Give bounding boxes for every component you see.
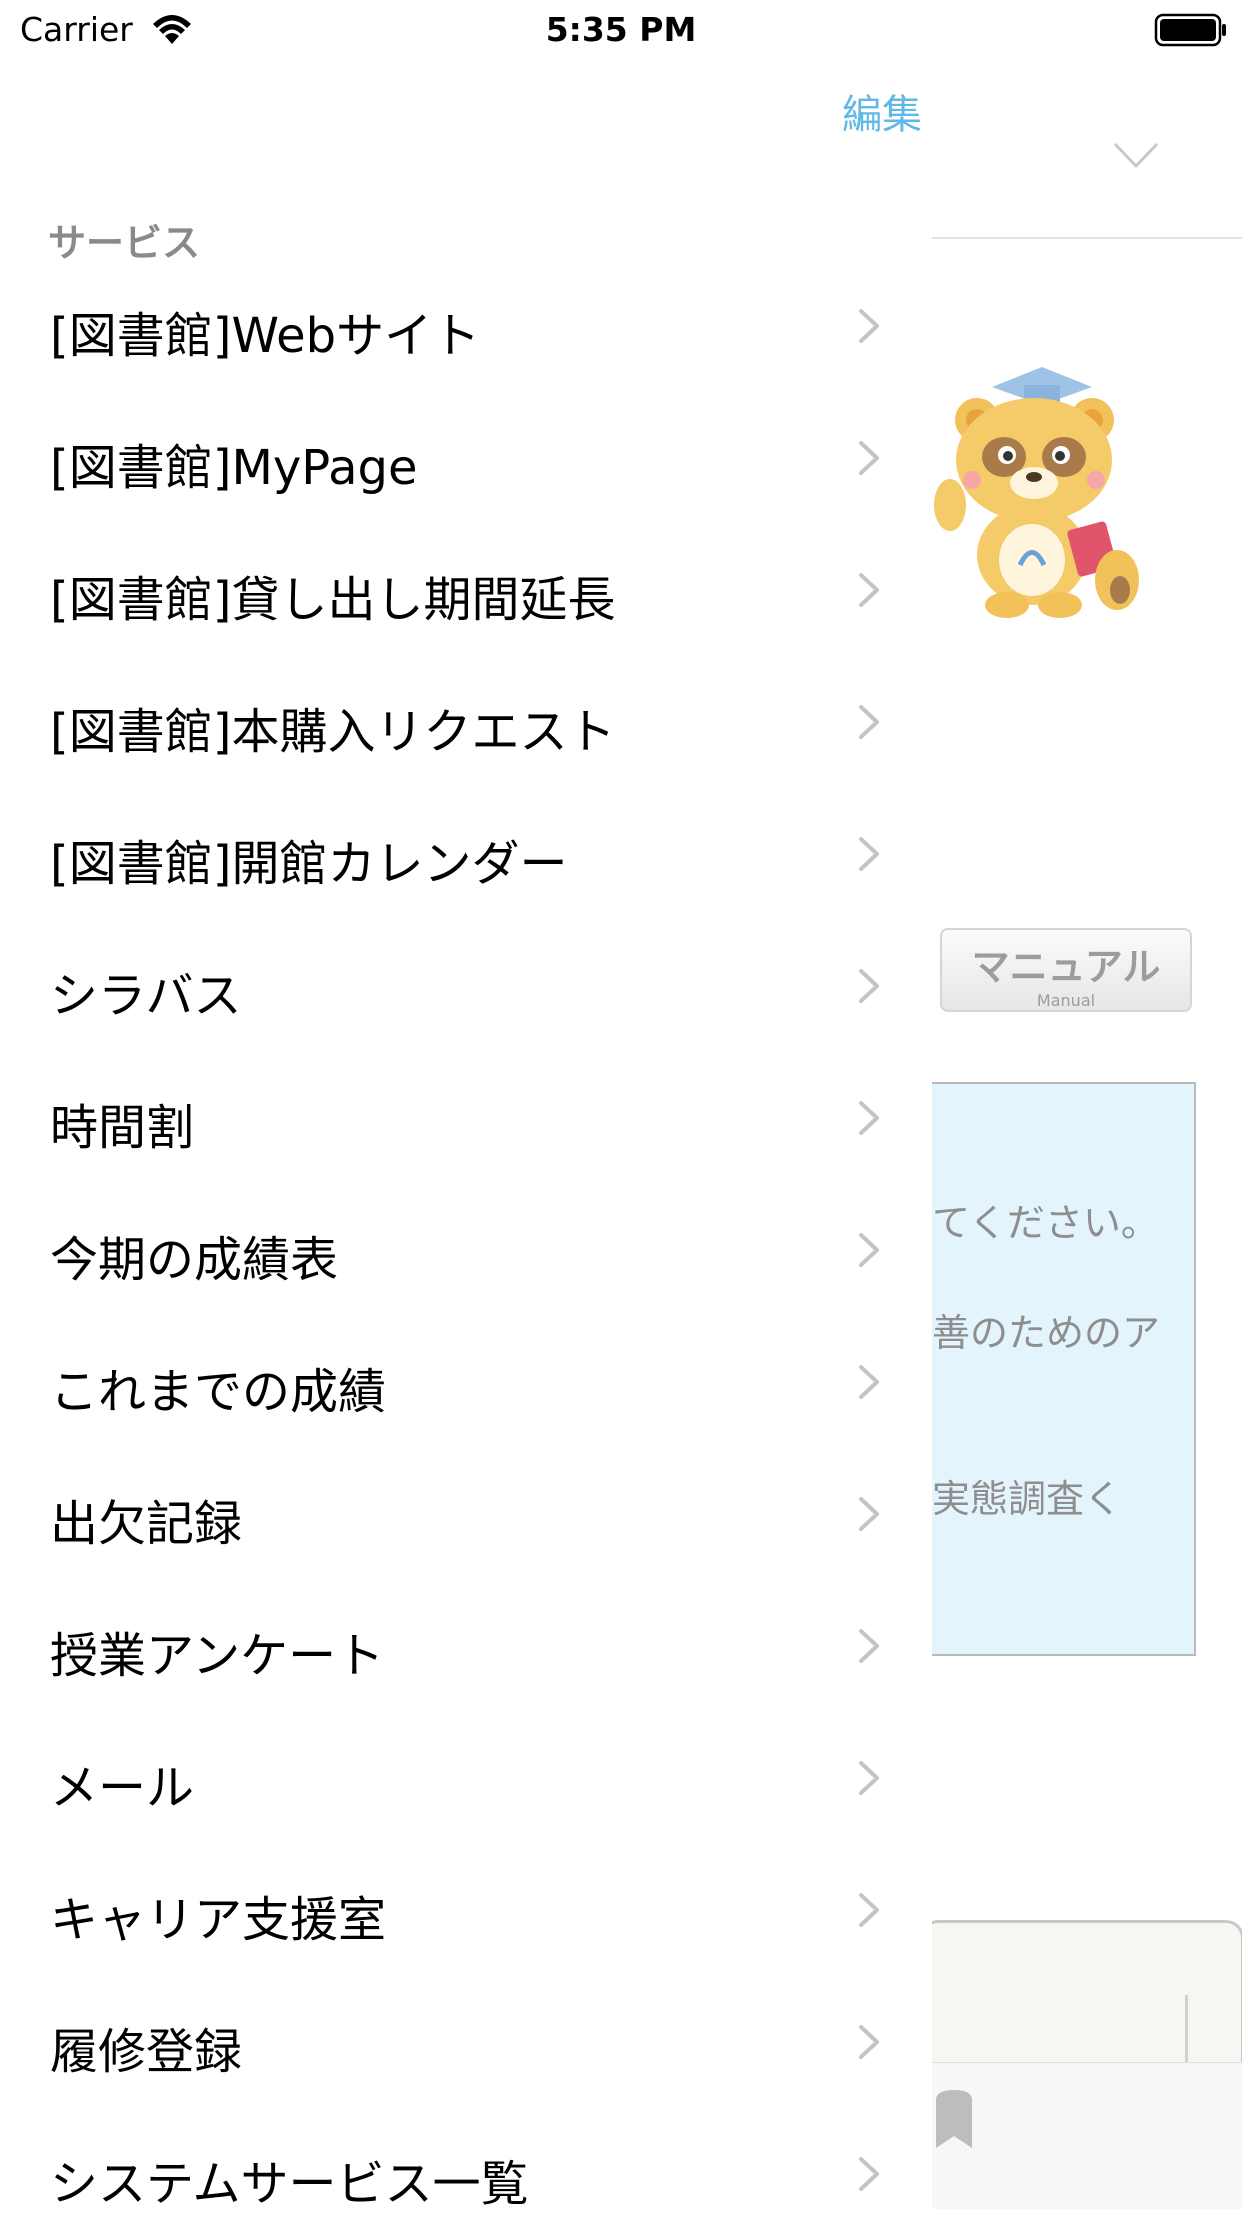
section-header-services: サービス bbox=[48, 221, 201, 265]
menu-item-label: システムサービス一覧 bbox=[50, 2156, 529, 2212]
notice-line: てください。 bbox=[932, 1201, 1159, 1245]
header-divider bbox=[932, 237, 1242, 239]
menu-item[interactable]: 時間割 bbox=[0, 1052, 932, 1184]
menu-item[interactable]: キャリア支援室 bbox=[0, 1844, 932, 1976]
menu-item-label: [図書館]Webサイト bbox=[50, 308, 481, 364]
menu-list: [図書館]Webサイト [図書館]MyPage [図書館]貸し出し期間延長 [図… bbox=[0, 260, 932, 2240]
menu-item[interactable]: 今期の成績表 bbox=[0, 1184, 932, 1316]
menu-item-label: [図書館]本購入リクエスト bbox=[50, 704, 616, 760]
menu-item[interactable]: これまでの成績 bbox=[0, 1316, 932, 1448]
menu-item-label: キャリア支援室 bbox=[50, 1892, 387, 1948]
chevron-right-icon bbox=[858, 440, 880, 480]
chevron-right-icon bbox=[858, 1100, 880, 1140]
chevron-right-icon bbox=[858, 968, 880, 1008]
chevron-right-icon bbox=[858, 1892, 880, 1932]
menu-item[interactable]: [図書館]開館カレンダー bbox=[0, 788, 932, 920]
menu-item-label: 今期の成績表 bbox=[50, 1232, 339, 1288]
chevron-right-icon bbox=[858, 1364, 880, 1404]
side-menu: 編集 サービス [図書館]Webサイト [図書館]MyPage [図書館]貸し出… bbox=[0, 0, 932, 2212]
menu-item-label: これまでの成績 bbox=[50, 1364, 387, 1420]
menu-item-label: 授業アンケート bbox=[50, 1628, 385, 1684]
chevron-right-icon bbox=[858, 1496, 880, 1536]
menu-item[interactable]: システムサービス一覧 bbox=[0, 2108, 932, 2240]
menu-item-label: [図書館]貸し出し期間延長 bbox=[50, 572, 616, 628]
chevron-right-icon bbox=[858, 1232, 880, 1272]
status-bar: Carrier 5:35 PM bbox=[0, 0, 1242, 60]
chevron-right-icon bbox=[858, 1628, 880, 1668]
notice-line: 実態調査く bbox=[932, 1477, 1123, 1521]
menu-item[interactable]: [図書館]Webサイト bbox=[0, 260, 932, 392]
menu-item-label: 時間割 bbox=[50, 1100, 195, 1156]
menu-item-label: シラバス bbox=[50, 968, 242, 1024]
chevron-right-icon bbox=[858, 704, 880, 744]
menu-item[interactable]: [図書館]MyPage bbox=[0, 392, 932, 524]
notice-line: 善のためのア bbox=[932, 1311, 1161, 1355]
menu-item[interactable]: [図書館]本購入リクエスト bbox=[0, 656, 932, 788]
menu-item[interactable]: メール bbox=[0, 1712, 932, 1844]
tab-bar bbox=[932, 2062, 1242, 2209]
menu-item-label: 履修登録 bbox=[50, 2024, 243, 2080]
menu-item-label: [図書館]MyPage bbox=[50, 440, 418, 496]
manual-button[interactable]: マニュアル Manual bbox=[940, 928, 1192, 1012]
chevron-right-icon bbox=[858, 2156, 880, 2196]
status-time: 5:35 PM bbox=[545, 10, 697, 49]
notice-box bbox=[900, 1082, 1196, 1656]
menu-item[interactable]: 履修登録 bbox=[0, 1976, 932, 2108]
chevron-down-icon[interactable] bbox=[1112, 140, 1160, 174]
chevron-right-icon bbox=[858, 2024, 880, 2064]
menu-item-label: 出欠記録 bbox=[50, 1496, 243, 1552]
chevron-right-icon bbox=[858, 308, 880, 348]
menu-item[interactable]: [図書館]貸し出し期間延長 bbox=[0, 524, 932, 656]
manual-button-label: マニュアル bbox=[971, 945, 1161, 989]
chevron-right-icon bbox=[858, 572, 880, 612]
bookmark-icon[interactable] bbox=[934, 2088, 974, 2154]
menu-item[interactable]: 授業アンケート bbox=[0, 1580, 932, 1712]
menu-item-label: メール bbox=[50, 1760, 195, 1816]
mascot-image bbox=[932, 365, 1147, 629]
menu-item[interactable]: シラバス bbox=[0, 920, 932, 1052]
menu-item-label: [図書館]開館カレンダー bbox=[50, 836, 568, 892]
edit-button[interactable]: 編集 bbox=[842, 82, 922, 140]
chevron-right-icon bbox=[858, 1760, 880, 1800]
battery-icon bbox=[1154, 13, 1228, 51]
chevron-right-icon bbox=[858, 836, 880, 876]
manual-button-sublabel: Manual bbox=[1036, 991, 1096, 1010]
menu-item[interactable]: 出欠記録 bbox=[0, 1448, 932, 1580]
